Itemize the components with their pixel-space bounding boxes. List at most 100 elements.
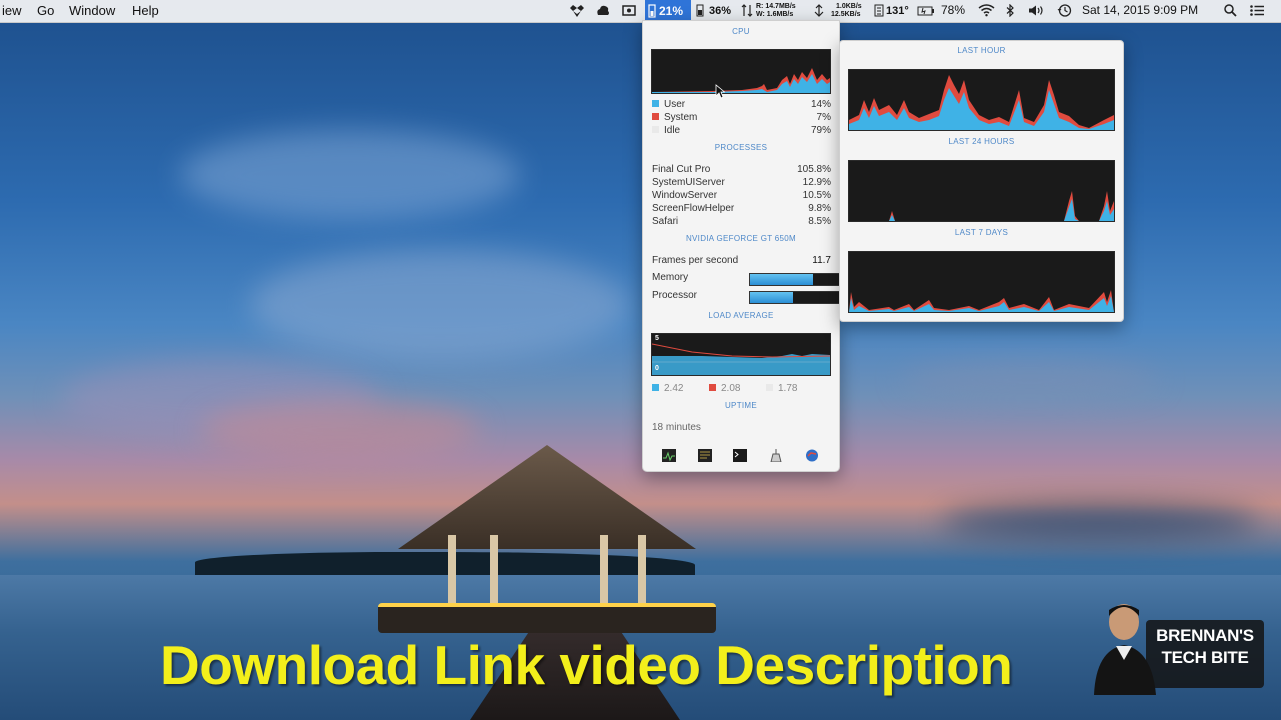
process-cpu: 12.9%	[802, 177, 831, 188]
load-5min-swatch	[709, 384, 716, 391]
temperature-value[interactable]: 131°	[886, 5, 909, 17]
system-swatch	[652, 113, 659, 120]
cpu-legend-idle: Idle 79%	[652, 125, 831, 138]
gpu-processor-label: Processor	[652, 290, 698, 301]
gpu-memory-row: Memory	[652, 272, 841, 286]
gpu-memory-bar	[749, 273, 841, 286]
dropbox-icon[interactable]	[570, 4, 584, 17]
load-15min: 1.78	[778, 383, 798, 394]
console-icon[interactable]	[698, 449, 712, 462]
clock[interactable]: Sat 14, 2015 9:09 PM	[1082, 3, 1198, 17]
cpu-legend-system: System 7%	[652, 112, 831, 125]
cpu-menu-extra[interactable]: 21%	[645, 0, 691, 22]
gpu-processor-fill	[750, 292, 794, 303]
process-row[interactable]: WindowServer 10.5%	[652, 190, 831, 203]
process-row[interactable]: Safari 8.5%	[652, 216, 831, 229]
disk-icon[interactable]	[814, 4, 824, 17]
cpu-percent: 21%	[659, 4, 684, 18]
user-value: 14%	[810, 99, 831, 110]
last-hour-title: LAST HOUR	[957, 46, 1006, 55]
process-cpu: 105.8%	[797, 164, 831, 175]
gpu-processor-row: Processor	[652, 290, 841, 304]
process-name: WindowServer	[652, 190, 718, 201]
gpu-processor-bar	[749, 291, 841, 304]
idle-value: 79%	[810, 125, 831, 136]
logo-line-2: TECH BITE	[1161, 648, 1249, 667]
wifi-icon[interactable]	[978, 4, 995, 17]
cpu-section-title: CPU	[732, 27, 750, 36]
process-cpu: 8.5%	[808, 216, 831, 227]
load-values: 2.42 2.08 1.78	[652, 383, 832, 396]
load-1min-swatch	[652, 384, 659, 391]
load-5min: 2.08	[721, 383, 741, 394]
menu-bar: iew Go Window Help 21% 36% R: 14.7MB/s W…	[0, 0, 1281, 23]
gpu-memory-label: Memory	[652, 272, 689, 283]
load-1min: 2.42	[664, 383, 684, 394]
disk-write[interactable]: 12.5KB/s	[831, 11, 861, 19]
menu-window[interactable]: Window	[69, 3, 115, 18]
process-name: Safari	[652, 216, 679, 227]
load-axis-min: 0	[655, 365, 659, 372]
processes-section-title: PROCESSES	[714, 143, 768, 152]
gpu-section-title: NVIDIA GEFORCE GT 650M	[685, 234, 797, 243]
load-graph[interactable]: 5 0	[651, 333, 831, 376]
process-row[interactable]: SystemUIServer 12.9%	[652, 177, 831, 190]
volume-icon[interactable]	[1028, 4, 1046, 17]
search-icon[interactable]	[1224, 4, 1237, 17]
menu-go[interactable]: Go	[37, 3, 54, 18]
temperature-icon[interactable]	[874, 4, 884, 17]
process-row[interactable]: Final Cut Pro 105.8%	[652, 164, 831, 177]
stats-icon[interactable]	[805, 449, 819, 462]
network-write[interactable]: W: 1.6MB/s	[756, 11, 793, 19]
channel-logo: BRENNAN'S TECH BITE	[1086, 600, 1264, 695]
time-machine-icon[interactable]	[1057, 4, 1072, 17]
cpu-graph[interactable]	[651, 49, 831, 94]
list-icon[interactable]	[1250, 4, 1265, 17]
process-cpu: 9.8%	[808, 203, 831, 214]
system-value: 7%	[816, 112, 831, 123]
last-24-hours-graph	[848, 160, 1115, 222]
user-label: User	[664, 99, 686, 110]
last-hour-graph	[848, 69, 1115, 131]
network-icon[interactable]	[741, 4, 753, 17]
uptime-value: 18 minutes	[652, 422, 701, 433]
cpu-stats-menu: CPU User 14% System 7% Idle 79% PROCESSE…	[642, 20, 841, 472]
disk-read[interactable]: 1.0KB/s	[836, 3, 862, 11]
cleanup-icon[interactable]	[769, 449, 783, 462]
idle-label: Idle	[664, 125, 681, 136]
fps-row: Frames per second 11.7	[652, 255, 831, 268]
last-7-days-title: LAST 7 DAYS	[954, 228, 1009, 237]
last-24-hours-title: LAST 24 HOURS	[948, 137, 1015, 146]
idle-swatch	[652, 126, 659, 133]
user-swatch	[652, 100, 659, 107]
memory-icon[interactable]	[696, 4, 704, 17]
menu-help[interactable]: Help	[132, 3, 159, 18]
bluetooth-icon[interactable]	[1005, 4, 1015, 17]
battery-percent[interactable]: 78%	[941, 3, 965, 17]
cpu-icon	[648, 4, 656, 18]
terminal-icon[interactable]	[733, 449, 747, 462]
menu-view[interactable]: iew	[2, 3, 22, 18]
logo-line-1: BRENNAN'S	[1156, 626, 1254, 645]
last-7-days-graph	[848, 251, 1115, 313]
cpu-legend-user: User 14%	[652, 99, 831, 112]
fps-value: 11.7	[812, 255, 831, 266]
cloud-app-icon[interactable]	[596, 4, 610, 17]
battery-icon[interactable]	[917, 4, 935, 17]
load-15min-swatch	[766, 384, 773, 391]
system-label: System	[664, 112, 698, 123]
process-name: SystemUIServer	[652, 177, 725, 188]
fps-label: Frames per second	[652, 255, 739, 266]
uptime-section-title: UPTIME	[724, 401, 758, 410]
process-name: ScreenFlowHelper	[652, 203, 735, 214]
screen-icon[interactable]	[622, 4, 636, 17]
network-read[interactable]: R: 14.7MB/s	[756, 3, 796, 11]
cpu-history-panel: LAST HOUR LAST 24 HOURS LAST 7 DAYS	[839, 40, 1124, 322]
load-axis-max: 5	[655, 335, 659, 342]
mouse-cursor-icon	[715, 84, 725, 99]
activity-monitor-icon[interactable]	[662, 449, 676, 462]
process-row[interactable]: ScreenFlowHelper 9.8%	[652, 203, 831, 216]
memory-percent[interactable]: 36%	[709, 5, 731, 17]
video-caption: Download Link video Description	[160, 634, 1013, 696]
process-name: Final Cut Pro	[652, 164, 711, 175]
